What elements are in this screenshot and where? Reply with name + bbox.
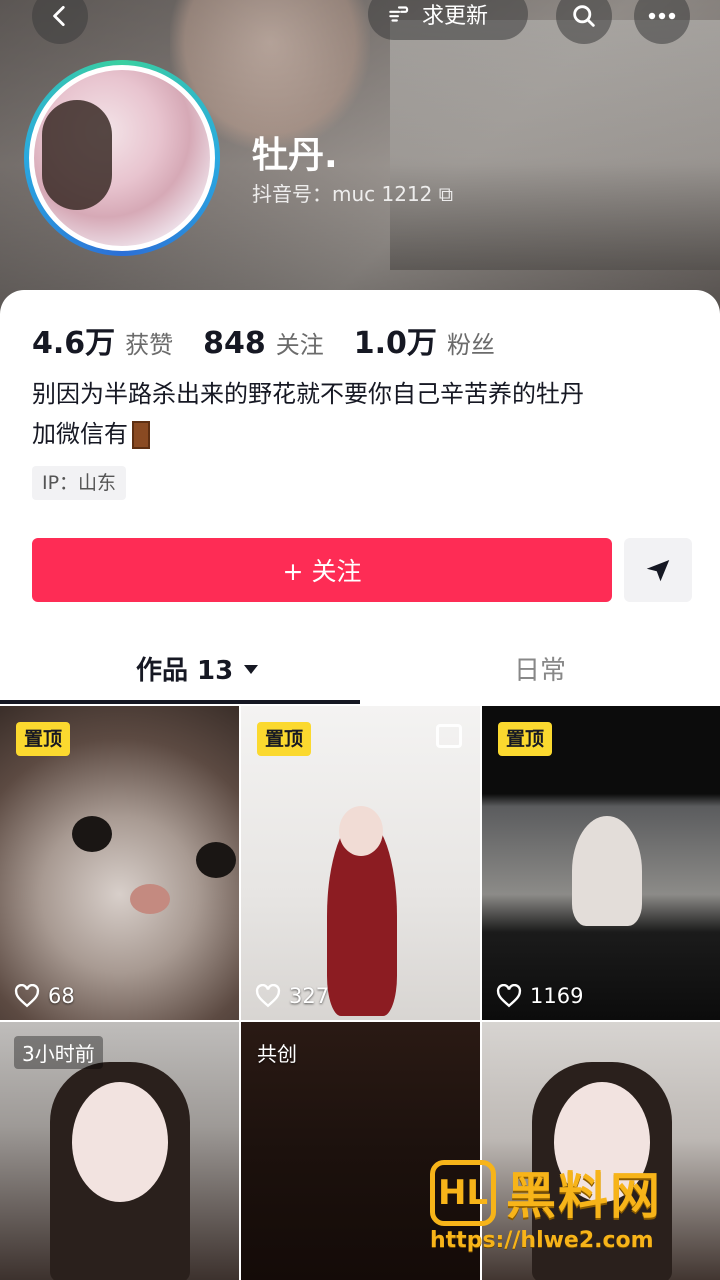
share-button[interactable] bbox=[624, 538, 692, 602]
stat-following-label: 关注 bbox=[275, 331, 324, 359]
pinned-badge: 置顶 bbox=[498, 722, 553, 756]
profile-nickname: 牡丹. bbox=[252, 135, 338, 176]
tab-works-label: 作品 13 bbox=[136, 656, 234, 686]
hand-icon bbox=[389, 6, 409, 22]
search-icon bbox=[573, 5, 595, 27]
profile-page: 求更新 牡丹. 抖音号：muc 1212 ⧉ 4.6万 获赞 848 关注 1.… bbox=[0, 0, 720, 1280]
like-count-value: 327 bbox=[289, 984, 330, 1008]
profile-card: 4.6万 获赞 848 关注 1.0万 粉丝 别因为半路杀出来的野花就不要你自己… bbox=[0, 290, 720, 710]
time-badge: 3小时前 bbox=[14, 1036, 103, 1069]
like-count: 1169 bbox=[496, 984, 583, 1008]
stat-following-value: 848 bbox=[203, 326, 266, 361]
stat-likes[interactable]: 4.6万 获赞 bbox=[32, 318, 173, 362]
door-emoji-icon bbox=[132, 421, 150, 449]
heart-icon bbox=[496, 984, 522, 1008]
stat-followers-label: 粉丝 bbox=[446, 331, 495, 359]
video-tile[interactable]: 3小时前 bbox=[0, 1022, 239, 1280]
stat-likes-value: 4.6万 bbox=[32, 326, 116, 361]
stat-followers-value: 1.0万 bbox=[353, 326, 437, 361]
video-tile[interactable]: 置顶 1169 bbox=[482, 706, 720, 1020]
heart-icon bbox=[255, 984, 281, 1008]
avatar-image bbox=[29, 65, 215, 251]
profile-header: 求更新 牡丹. 抖音号：muc 1212 ⧉ bbox=[0, 0, 720, 330]
like-count: 327 bbox=[255, 984, 329, 1008]
site-watermark: HL 黑料网 https://hlwe2.com bbox=[430, 1160, 710, 1260]
like-count-value: 68 bbox=[48, 984, 75, 1008]
caret-down-icon bbox=[244, 664, 259, 674]
heart-icon bbox=[14, 984, 40, 1008]
watermark-title: 黑料网 bbox=[506, 1167, 662, 1225]
watermark-url: https://hlwe2.com bbox=[430, 1228, 654, 1253]
multi-image-icon bbox=[436, 724, 462, 748]
pinned-badge: 置顶 bbox=[16, 722, 71, 756]
follow-button[interactable]: + 关注 bbox=[32, 538, 612, 602]
bio-line-2: 加微信有 bbox=[32, 420, 128, 448]
like-count: 68 bbox=[14, 984, 75, 1008]
ip-location-tag: IP：山东 bbox=[32, 466, 127, 500]
stat-followers[interactable]: 1.0万 粉丝 bbox=[354, 318, 495, 362]
chevron-left-icon bbox=[53, 5, 65, 27]
tab-works[interactable]: 作品 13 bbox=[136, 650, 259, 687]
stat-following[interactable]: 848 关注 bbox=[203, 325, 324, 361]
bio-line-2-wrap: 加微信有 bbox=[32, 414, 672, 454]
request-update-button[interactable]: 求更新 bbox=[368, 0, 528, 40]
more-dots-icon bbox=[648, 12, 676, 20]
avatar[interactable] bbox=[24, 60, 220, 256]
collab-badge: 共创 bbox=[257, 1042, 297, 1066]
video-tile[interactable]: 置顶 327 bbox=[241, 706, 480, 1020]
bio-line-1: 别因为半路杀出来的野花就不要你自己辛苦养的牡丹 bbox=[32, 380, 584, 408]
video-tile[interactable]: 置顶 68 bbox=[0, 706, 239, 1020]
tab-daily[interactable]: 日常 bbox=[514, 650, 566, 687]
active-tab-indicator bbox=[0, 700, 360, 704]
douyin-id[interactable]: 抖音号：muc 1212 ⧉ bbox=[252, 178, 453, 207]
request-update-label: 求更新 bbox=[422, 4, 489, 29]
watermark-logo: HL bbox=[430, 1160, 496, 1226]
like-count-value: 1169 bbox=[530, 984, 584, 1008]
content-tabs: 作品 13 日常 bbox=[0, 636, 720, 706]
stat-likes-label: 获赞 bbox=[125, 331, 174, 359]
send-icon bbox=[646, 560, 670, 582]
stats-row: 4.6万 获赞 848 关注 1.0万 粉丝 bbox=[32, 318, 495, 362]
pinned-badge: 置顶 bbox=[257, 722, 312, 756]
bio: 别因为半路杀出来的野花就不要你自己辛苦养的牡丹 加微信有 bbox=[32, 374, 672, 454]
